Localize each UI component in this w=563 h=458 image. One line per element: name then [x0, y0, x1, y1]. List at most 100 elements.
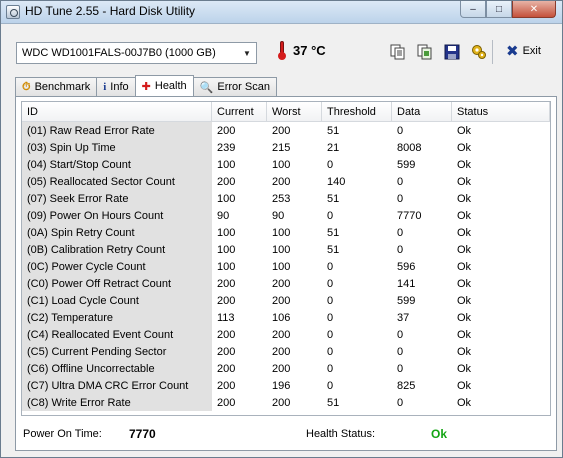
table-row[interactable]: (C7) Ultra DMA CRC Error Count 200 196 0 825… — [22, 377, 550, 394]
raw-data-value-cell: 0 — [397, 345, 404, 358]
table-row[interactable]: (0A) Spin Retry Count 100 100 51 0 Ok — [22, 224, 550, 241]
status-value-cell: Ok — [457, 124, 472, 137]
threshold-value-cell: 140 — [327, 175, 346, 188]
close-button[interactable]: ✕ — [512, 1, 556, 18]
attribute-id-cell: (C0) Power Off Retract Count — [22, 275, 212, 292]
status-value-cell: Ok — [457, 277, 472, 290]
copy-screenshot-icon[interactable] — [414, 41, 436, 63]
attribute-id-cell: (04) Start/Stop Count — [22, 156, 212, 173]
table-row[interactable]: (04) Start/Stop Count 100 100 0 599 Ok — [22, 156, 550, 173]
current-value-cell: 100 — [217, 192, 236, 205]
table-row[interactable]: (0C) Power Cycle Count 100 100 0 596 Ok — [22, 258, 550, 275]
table-row[interactable]: (03) Spin Up Time 239 215 21 8008 Ok — [22, 139, 550, 156]
table-row[interactable]: (C5) Current Pending Sector 200 200 0 0 Ok — [22, 343, 550, 360]
tab-label: Health — [154, 80, 187, 92]
info-icon: i — [103, 81, 107, 93]
status-value-cell: Ok — [457, 396, 472, 409]
health-cross-icon: ✚ — [141, 80, 151, 93]
threshold-value-cell: 0 — [327, 294, 334, 307]
minimize-button[interactable]: – — [460, 1, 486, 18]
worst-value-cell: 200 — [272, 277, 291, 290]
table-row[interactable]: (01) Raw Read Error Rate 200 200 51 0 Ok — [22, 122, 550, 139]
status-value-cell: Ok — [457, 260, 472, 273]
table-row[interactable]: (0B) Calibration Retry Count 100 100 51 0 Ok — [22, 241, 550, 258]
health-status-value: Ok — [431, 427, 448, 441]
worst-value-cell: 200 — [272, 396, 291, 409]
table-row[interactable]: (C2) Temperature 113 106 0 37 Ok — [22, 309, 550, 326]
worst-value-cell: 100 — [272, 226, 291, 239]
tab-health[interactable]: ✚ Health — [134, 75, 194, 96]
status-value-cell: Ok — [457, 192, 472, 205]
tab-error-scan[interactable]: 🔍 Error Scan — [192, 77, 277, 96]
worst-value-cell: 200 — [272, 362, 291, 375]
current-value-cell: 200 — [217, 345, 236, 358]
status-value-cell: Ok — [457, 379, 472, 392]
maximize-button[interactable]: □ — [486, 1, 512, 18]
threshold-value-cell: 51 — [327, 243, 340, 256]
raw-data-value-cell: 596 — [397, 260, 416, 273]
attribute-id-cell: (03) Spin Up Time — [22, 139, 212, 156]
table-row[interactable]: (C8) Write Error Rate 200 200 51 0 Ok — [22, 394, 550, 411]
health-panel: ID Current Worst Threshold Data Status (… — [15, 96, 557, 451]
column-header-id[interactable]: ID — [22, 102, 212, 121]
exit-button[interactable]: ✖ Exit — [506, 42, 541, 60]
app-icon — [6, 5, 20, 19]
save-icon[interactable] — [441, 41, 463, 63]
raw-data-value-cell: 599 — [397, 294, 416, 307]
toolbar-icon-group — [387, 41, 495, 63]
worst-value-cell: 253 — [272, 192, 291, 205]
current-value-cell: 200 — [217, 277, 236, 290]
attribute-id-cell: (C1) Load Cycle Count — [22, 292, 212, 309]
column-header-data[interactable]: Data — [392, 102, 452, 121]
raw-data-value-cell: 37 — [397, 311, 410, 324]
current-value-cell: 200 — [217, 396, 236, 409]
table-row[interactable]: (C4) Reallocated Event Count 200 200 0 0 Ok — [22, 326, 550, 343]
table-row[interactable]: (09) Power On Hours Count 90 90 0 7770 Ok — [22, 207, 550, 224]
worst-value-cell: 215 — [272, 141, 291, 154]
raw-data-value-cell: 0 — [397, 124, 404, 137]
current-value-cell: 113 — [217, 311, 235, 324]
chevron-down-icon[interactable]: ▼ — [238, 43, 256, 63]
threshold-value-cell: 0 — [327, 158, 334, 171]
table-row[interactable]: (C6) Offline Uncorrectable 200 200 0 0 Ok — [22, 360, 550, 377]
column-header-current[interactable]: Current — [212, 102, 267, 121]
tab-benchmark[interactable]: ⏱ Benchmark — [15, 77, 98, 96]
tab-info[interactable]: i Info — [96, 77, 136, 96]
threshold-value-cell: 0 — [327, 379, 334, 392]
window-title: HD Tune 2.55 - Hard Disk Utility — [25, 4, 196, 18]
worst-value-cell: 200 — [272, 294, 291, 307]
table-row[interactable]: (C0) Power Off Retract Count 200 200 0 141 Ok — [22, 275, 550, 292]
column-header-status[interactable]: Status — [452, 102, 550, 121]
temperature-indicator: 37 °C — [277, 40, 326, 60]
raw-data-value-cell: 0 — [397, 362, 404, 375]
status-value-cell: Ok — [457, 141, 472, 154]
status-footer: Power On Time: 7770 Health Status: Ok — [16, 419, 556, 449]
status-value-cell: Ok — [457, 226, 472, 239]
worst-value-cell: 100 — [272, 158, 291, 171]
column-header-threshold[interactable]: Threshold — [322, 102, 392, 121]
title-bar[interactable]: HD Tune 2.55 - Hard Disk Utility – □ ✕ — [1, 1, 562, 24]
current-value-cell: 200 — [217, 379, 236, 392]
tab-bar: ⏱ Benchmark i Info ✚ Health 🔍 Error Scan — [15, 75, 277, 97]
exit-icon: ✖ — [506, 43, 519, 60]
raw-data-value-cell: 0 — [397, 396, 404, 409]
current-value-cell: 200 — [217, 294, 236, 307]
status-value-cell: Ok — [457, 209, 472, 222]
table-row[interactable]: (07) Seek Error Rate 100 253 51 0 Ok — [22, 190, 550, 207]
column-header-worst[interactable]: Worst — [267, 102, 322, 121]
power-on-time-value: 7770 — [129, 427, 156, 441]
threshold-value-cell: 0 — [327, 362, 334, 375]
table-row[interactable]: (05) Reallocated Sector Count 200 200 140 0 O… — [22, 173, 550, 190]
status-value-cell: Ok — [457, 175, 472, 188]
copy-text-icon[interactable] — [387, 41, 409, 63]
status-value-cell: Ok — [457, 158, 472, 171]
options-icon[interactable] — [468, 41, 490, 63]
raw-data-value-cell: 825 — [397, 379, 416, 392]
raw-data-value-cell: 7770 — [397, 209, 422, 222]
worst-value-cell: 200 — [272, 175, 291, 188]
drive-select[interactable]: WDC WD1001FALS-00J7B0 (1000 GB) ▼ — [16, 42, 257, 64]
threshold-value-cell: 0 — [327, 311, 334, 324]
raw-data-value-cell: 599 — [397, 158, 416, 171]
table-row[interactable]: (C1) Load Cycle Count 200 200 0 599 Ok — [22, 292, 550, 309]
raw-data-value-cell: 0 — [397, 175, 404, 188]
